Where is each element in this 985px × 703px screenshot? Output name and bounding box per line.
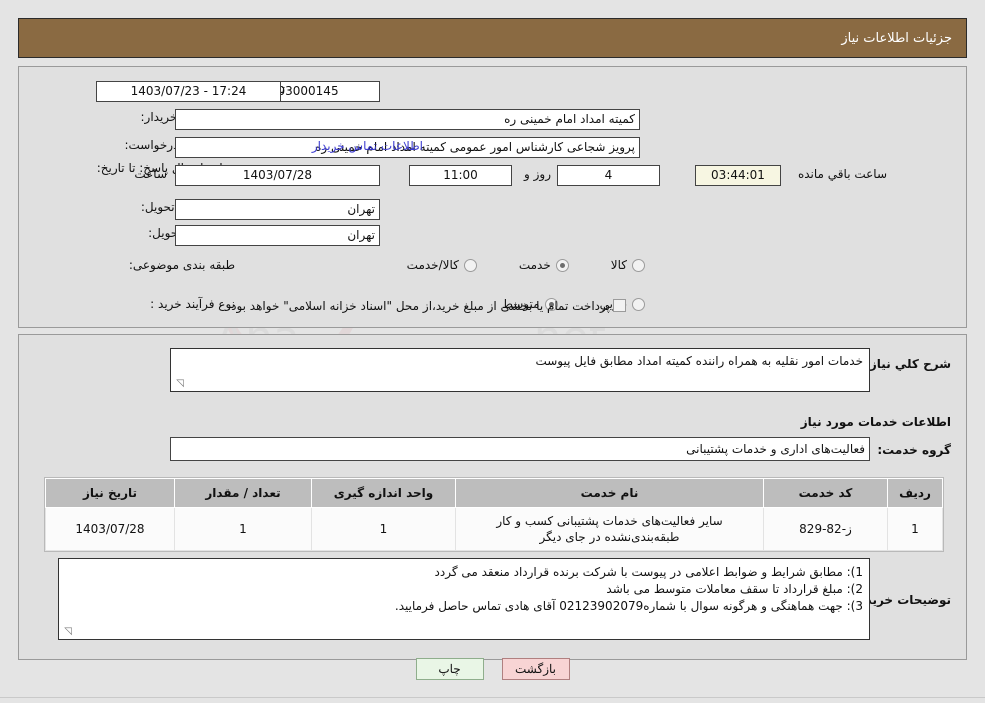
province-value[interactable]: تهران (175, 199, 380, 220)
page-header-bar: جزئیات اطلاعات نیاز (18, 18, 967, 58)
column-header-date: تاریخ نیاز (45, 478, 175, 508)
table-header-row: ردیف کد خدمت نام خدمت واحد اندازه گیری ت… (45, 478, 943, 508)
footer-actions: بازگشت چاپ (0, 658, 985, 680)
column-header-row: ردیف (887, 478, 943, 508)
services-section-title: اطلاعات خدمات مورد نیاز (800, 415, 951, 429)
resize-handle-icon[interactable]: ◹ (62, 627, 72, 637)
buyer-notes-textarea[interactable]: 1): مطابق شرایط و ضوابط اعلامی در پیوست … (58, 558, 870, 640)
radio-icon[interactable] (555, 258, 569, 272)
radio-icon[interactable] (463, 258, 477, 272)
city-value[interactable]: تهران (175, 225, 380, 246)
cell-name: سایر فعالیت‌های خدمات پشتیبانی کسب و کار… (455, 507, 764, 551)
treasury-bond-note: پرداخت تمام یا بخشی از مبلغ خرید،از محل … (227, 299, 610, 313)
services-table: ردیف کد خدمت نام خدمت واحد اندازه گیری ت… (44, 477, 944, 552)
page-root: Tender Ana .net جزئیات اطلاعات نیاز شمار… (0, 0, 985, 703)
need-summary-panel (18, 66, 967, 328)
category-option-label: کالا (610, 258, 627, 272)
description-textarea[interactable]: خدمات امور نقلیه به همراه راننده کمیته ا… (170, 348, 870, 392)
deadline-date-value[interactable]: 1403/07/28 (175, 165, 380, 186)
cell-quantity: 1 (174, 507, 312, 551)
column-header-quantity: تعداد / مقدار (174, 478, 312, 508)
remaining-countdown-label: ساعت باقي مانده (797, 167, 887, 181)
deadline-hour-value[interactable]: 11:00 (409, 165, 512, 186)
radio-icon[interactable] (632, 297, 645, 311)
column-header-code: کد خدمت (763, 478, 888, 508)
category-option-kala[interactable]: کالا (611, 258, 645, 272)
remaining-countdown-value: 03:44:01 (695, 165, 781, 186)
buyer-note-line: 1): مطابق شرایط و ضوابط اعلامی در پیوست … (434, 565, 863, 579)
buyer-note-line: 2): مبلغ قرارداد تا سقف معاملات متوسط می… (606, 582, 863, 596)
print-button[interactable]: چاپ (415, 658, 484, 680)
category-option-khedmat[interactable]: خدمت (519, 258, 569, 272)
table-row: 1 ز-82-829 سایر فعالیت‌های خدمات پشتیبان… (45, 507, 943, 551)
radio-icon[interactable] (632, 258, 645, 272)
back-button[interactable]: بازگشت (501, 658, 570, 680)
announce-datetime-value[interactable]: 17:24 - 1403/07/23 (96, 81, 281, 102)
column-header-unit: واحد اندازه گیری (311, 478, 456, 508)
remaining-days-value[interactable]: 4 (557, 165, 660, 186)
category-radio-group: کالا خدمت کالا/خدمت (85, 258, 815, 272)
category-option-kala-khedmat[interactable]: کالا/خدمت (407, 258, 477, 272)
cell-date: 1403/07/28 (45, 507, 175, 551)
category-option-label: خدمت (518, 258, 551, 272)
buyer-org-value[interactable]: کمیته امداد امام خمینی ره (175, 109, 640, 130)
remaining-days-label: روز و (524, 167, 551, 181)
description-label: شرح کلي نياز: (865, 357, 951, 371)
buyer-contact-link[interactable]: اطلاعات تماس خریدار (312, 139, 423, 153)
deadline-hour-label: ساعت (134, 167, 167, 181)
buyer-note-line: 3): جهت هماهنگی و هرگونه سوال با شماره02… (394, 599, 863, 613)
cell-code: ز-82-829 (763, 507, 888, 551)
page-title: جزئیات اطلاعات نیاز (841, 30, 952, 46)
treasury-bond-checkbox[interactable] (613, 299, 626, 312)
cell-row: 1 (887, 507, 943, 551)
resize-handle-icon[interactable]: ◹ (174, 379, 184, 389)
description-value: خدمات امور نقلیه به همراه راننده کمیته ا… (535, 354, 863, 368)
column-header-name: نام خدمت (455, 478, 764, 508)
footer-divider (0, 697, 985, 698)
category-option-label: کالا/خدمت (406, 258, 459, 272)
service-group-value[interactable]: فعالیت‌های اداری و خدمات پشتیبانی (170, 437, 870, 461)
cell-unit: 1 (311, 507, 456, 551)
service-group-label: گروه خدمت: (877, 443, 951, 457)
